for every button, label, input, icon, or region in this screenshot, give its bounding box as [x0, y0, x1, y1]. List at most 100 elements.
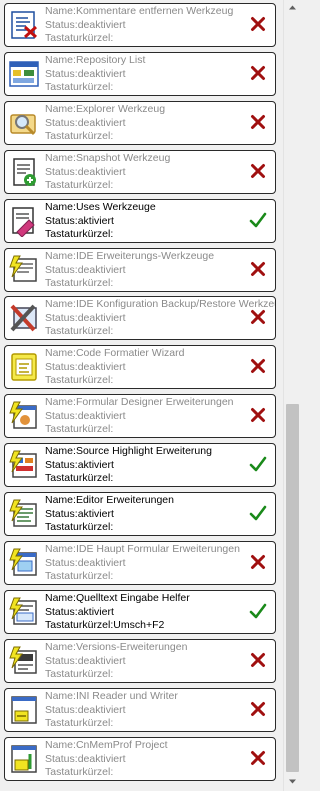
item-status-value: aktiviert: [77, 605, 114, 618]
source-highlight-icon: [8, 449, 40, 481]
item-name-value: Explorer Werkzeug: [75, 103, 166, 115]
item-name-value: Versions-Erweiterungen: [75, 641, 188, 653]
list-item[interactable]: Name:Repository List Status:deaktiviert Ta…: [4, 52, 276, 96]
list-item[interactable]: Name:Source Highlight Erweiterung Status:…: [4, 443, 276, 487]
item-status-row: Status:deaktiviert: [45, 264, 275, 278]
repository-list-icon: [8, 58, 40, 90]
form-designer-icon: [8, 400, 40, 432]
item-shortcut-label: Tastaturkürzel:: [45, 130, 114, 143]
list-item[interactable]: Name:CnMemProf Project Status:deaktiviert…: [4, 737, 276, 781]
disabled-cross-icon[interactable]: [249, 700, 267, 718]
disabled-cross-icon[interactable]: [249, 162, 267, 180]
item-name-value: Kommentare entfernen Werkzeug: [75, 5, 234, 17]
list-item[interactable]: Name:Snapshot Werkzeug Status:deaktiviert…: [4, 150, 276, 194]
item-status-label: Status:: [45, 165, 78, 178]
list-item[interactable]: Name:INI Reader und Writer Status:deaktiv…: [4, 688, 276, 732]
item-details: Name:CnMemProf Project Status:deaktiviert…: [45, 739, 275, 780]
item-status-label: Status:: [45, 311, 78, 324]
item-status-row: Status:deaktiviert: [45, 655, 275, 669]
list-item[interactable]: Name:Editor Erweiterungen Status:aktivier…: [4, 492, 276, 536]
list-item[interactable]: Name:Formular Designer Erweiterungen Stat…: [4, 394, 276, 438]
item-details: Name:Versions-Erweiterungen Status:deakti…: [45, 641, 275, 682]
item-shortcut-label: Tastaturkürzel:: [45, 766, 114, 779]
item-status-row: Status:deaktiviert: [45, 165, 275, 180]
scroll-up-arrow-icon[interactable]: [284, 0, 301, 17]
enabled-check-icon[interactable]: [249, 211, 267, 229]
input-helper-icon: [8, 596, 40, 628]
item-name-row: Name:IDE Erweiterungs-Werkzeuge: [45, 250, 275, 264]
item-status-row: Status:aktiviert: [45, 508, 275, 522]
item-name-label: Name:: [45, 543, 76, 555]
backup-restore-icon: [8, 302, 40, 334]
disabled-cross-icon[interactable]: [249, 113, 267, 131]
list-item[interactable]: Name:Code Formatier Wizard Status:deaktiv…: [4, 345, 276, 389]
editor-enhancement-icon: [8, 498, 40, 530]
item-status-row: Status:deaktiviert: [45, 117, 275, 131]
item-name-value: Formular Designer Erweiterungen: [75, 396, 234, 408]
item-details: Name:Uses Werkzeuge Status:aktiviert Tasta…: [45, 201, 275, 242]
item-details: Name:Code Formatier Wizard Status:deaktiv…: [45, 347, 275, 388]
item-shortcut-label: Tastaturkürzel:: [45, 374, 114, 387]
item-shortcut-row: Tastaturkürzel:: [45, 766, 275, 780]
item-status-row: Status:deaktiviert: [45, 311, 275, 326]
item-shortcut-row: Tastaturkürzel:: [45, 472, 275, 486]
enabled-check-icon[interactable]: [249, 602, 267, 620]
list-item[interactable]: Name:IDE Haupt Formular Erweiterungen Sta…: [4, 541, 276, 585]
item-status-label: Status:: [45, 458, 78, 471]
list-item[interactable]: Name:IDE Erweiterungs-Werkzeuge Status:de…: [4, 248, 276, 292]
item-shortcut-label: Tastaturkürzel:: [45, 81, 114, 94]
disabled-cross-icon[interactable]: [249, 260, 267, 278]
list-item[interactable]: Name:Uses Werkzeuge Status:aktiviert Tasta…: [4, 199, 276, 243]
item-name-label: Name:: [45, 592, 76, 604]
item-shortcut-row: Tastaturkürzel:: [45, 423, 275, 437]
item-shortcut-row: Tastaturkürzel:: [45, 325, 275, 339]
item-shortcut-row: Tastaturkürzel:Umsch+F2: [45, 619, 275, 633]
list-item[interactable]: Name:Quelltext Eingabe Helfer Status:akti…: [4, 590, 276, 634]
item-shortcut-row: Tastaturkürzel:: [45, 179, 275, 193]
disabled-cross-icon[interactable]: [249, 749, 267, 767]
item-name-label: Name:: [45, 250, 76, 262]
item-status-value: deaktiviert: [77, 311, 126, 324]
disabled-cross-icon[interactable]: [249, 553, 267, 571]
disabled-cross-icon[interactable]: [249, 64, 267, 82]
item-name-value: IDE Konfiguration Backup/Restore Werkzeu…: [75, 298, 276, 310]
item-name-label: Name:: [45, 54, 76, 66]
item-name-label: Name:: [45, 298, 76, 310]
snapshot-icon: [8, 156, 40, 188]
disabled-cross-icon[interactable]: [249, 406, 267, 424]
list-item[interactable]: Name:Explorer Werkzeug Status:deaktiviert…: [4, 101, 276, 145]
disabled-cross-icon[interactable]: [249, 15, 267, 33]
list-item[interactable]: Name:Versions-Erweiterungen Status:deakti…: [4, 639, 276, 683]
item-name-value: Editor Erweiterungen: [75, 494, 174, 506]
list-item[interactable]: Name:Kommentare entfernen Werkzeug Status…: [4, 3, 276, 47]
vertical-scrollbar[interactable]: [283, 0, 300, 791]
item-shortcut-label: Tastaturkürzel:: [45, 570, 114, 583]
list-item[interactable]: Name:IDE Konfiguration Backup/Restore We…: [4, 296, 276, 340]
item-details: Name:Repository List Status:deaktiviert Ta…: [45, 54, 275, 95]
item-name-row: Name:IDE Konfiguration Backup/Restore We…: [45, 298, 276, 312]
wizard-list[interactable]: Name:Kommentare entfernen Werkzeug Status…: [0, 0, 283, 791]
item-shortcut-label: Tastaturkürzel:: [45, 277, 114, 290]
item-name-label: Name:: [45, 739, 76, 751]
item-shortcut-row: Tastaturkürzel:: [45, 717, 275, 731]
enabled-check-icon[interactable]: [249, 504, 267, 522]
scroll-thumb[interactable]: [286, 404, 299, 772]
item-status-row: Status:deaktiviert: [45, 704, 275, 718]
comment-remove-icon: [8, 9, 40, 41]
item-name-label: Name:: [45, 641, 76, 653]
item-shortcut-row: Tastaturkürzel:: [45, 228, 275, 242]
enabled-check-icon[interactable]: [249, 455, 267, 473]
code-formatter-icon: [8, 351, 40, 383]
item-shortcut-row: Tastaturkürzel:: [45, 32, 275, 46]
scroll-down-arrow-icon[interactable]: [284, 774, 301, 791]
item-status-label: Status:: [45, 409, 78, 422]
disabled-cross-icon[interactable]: [249, 357, 267, 375]
item-details: Name:INI Reader und Writer Status:deaktiv…: [45, 690, 275, 731]
item-name-row: Name:Editor Erweiterungen: [45, 494, 275, 508]
item-name-label: Name:: [45, 445, 76, 457]
item-status-label: Status:: [45, 67, 78, 80]
disabled-cross-icon[interactable]: [249, 651, 267, 669]
disabled-cross-icon[interactable]: [249, 308, 267, 326]
item-shortcut-row: Tastaturkürzel:: [45, 277, 275, 291]
item-name-label: Name:: [45, 5, 76, 17]
